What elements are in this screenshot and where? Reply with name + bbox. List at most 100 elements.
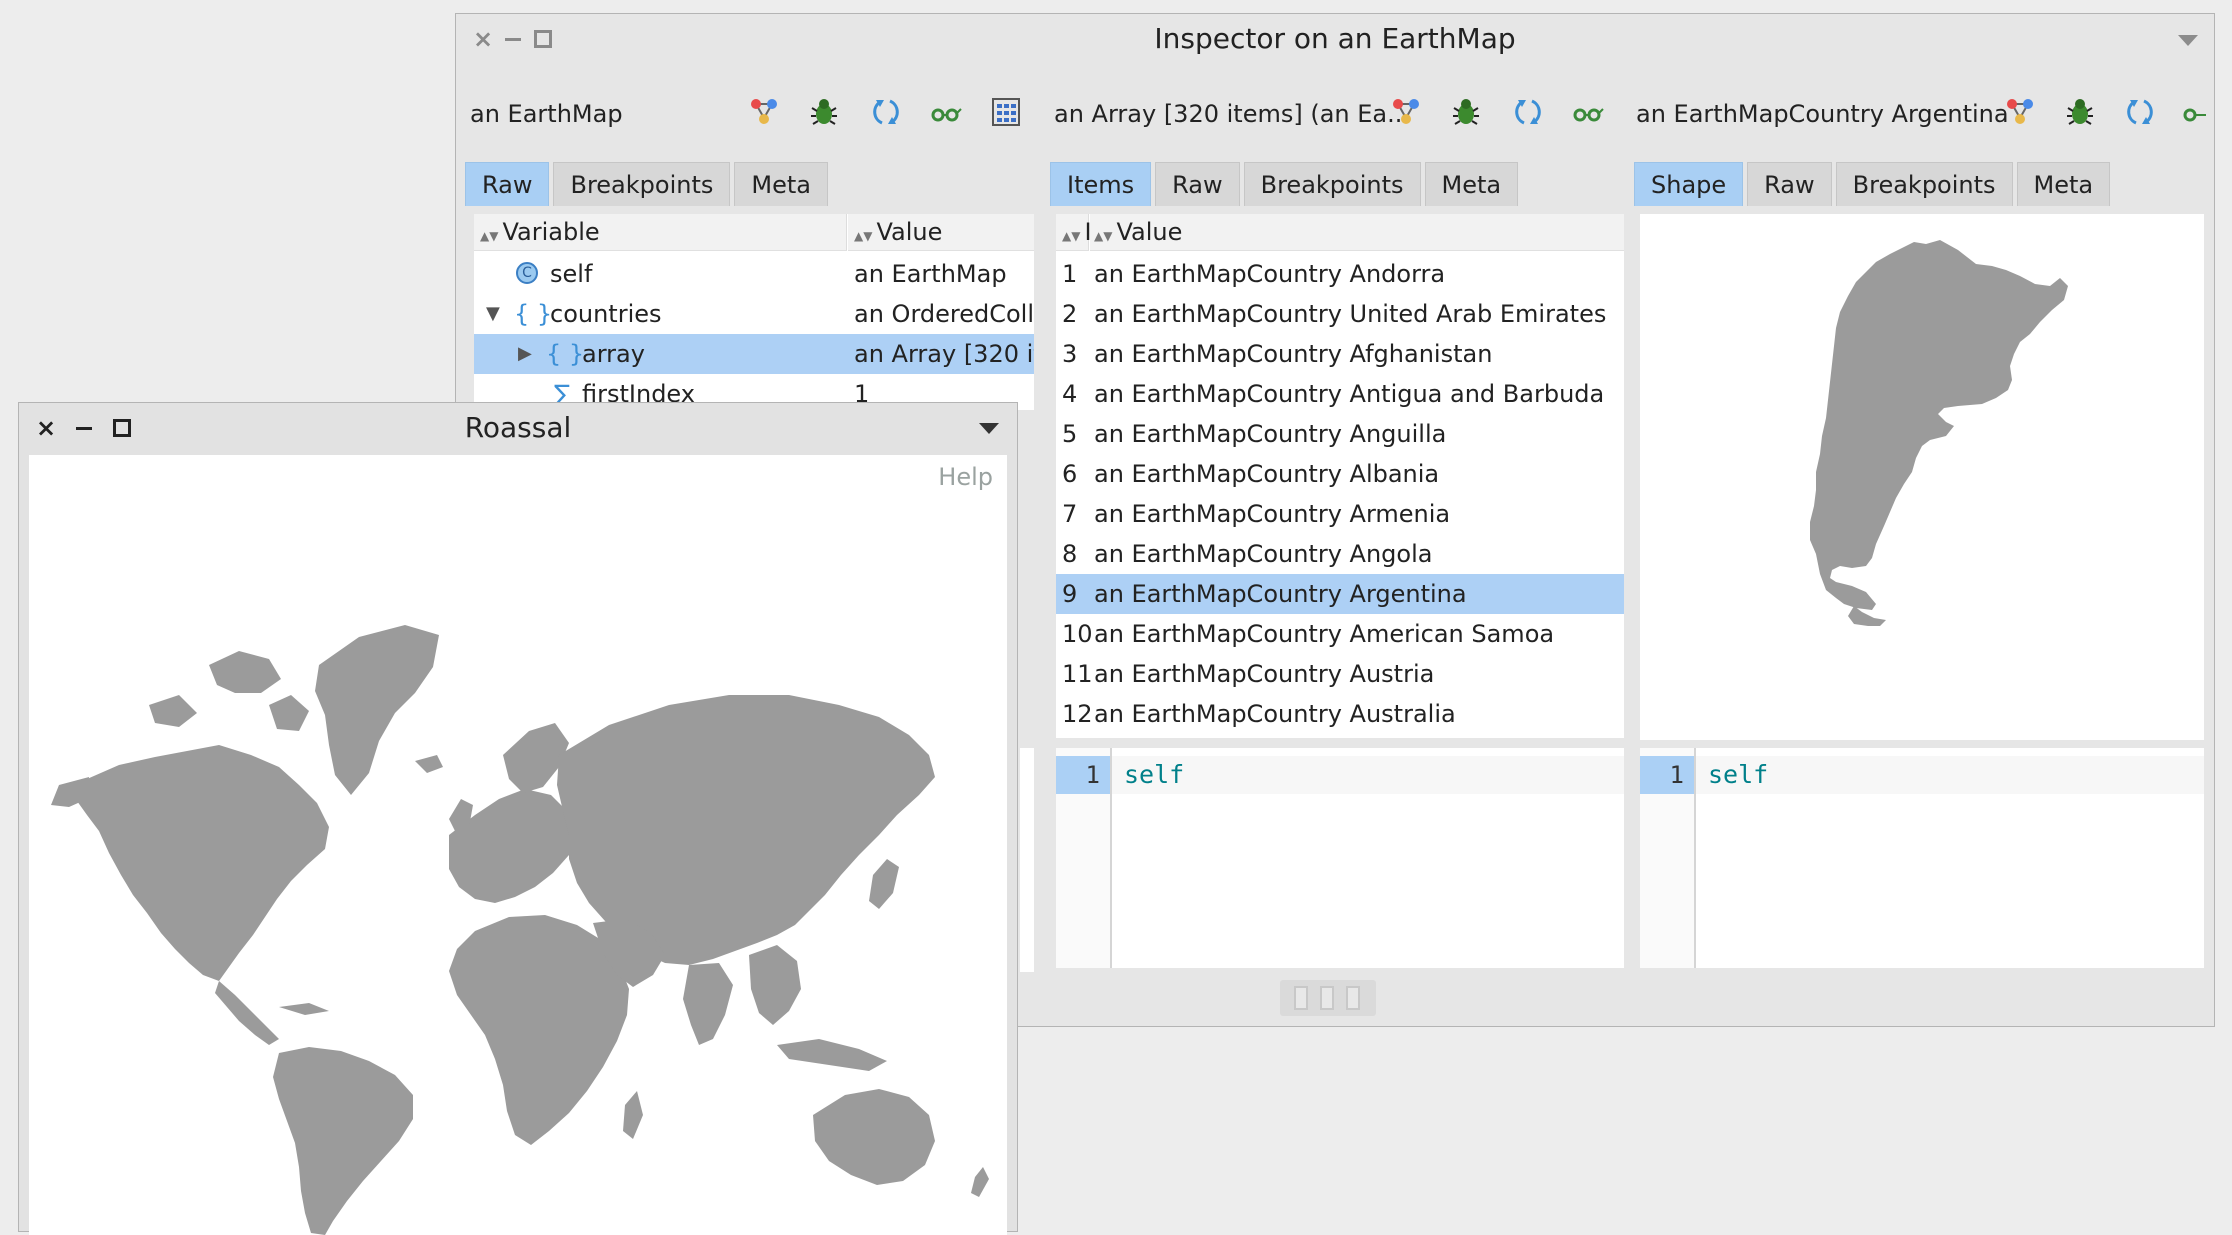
pane2-items-list[interactable]: ▲▼ I ▲▼ Value 1 an EarthMapCountry Andorra 2… xyxy=(1056,214,1624,738)
item-index: 8 xyxy=(1062,540,1078,568)
table-row[interactable]: ▶ { } array an Array [320 iter xyxy=(474,334,1034,374)
item-index: 2 xyxy=(1062,300,1078,328)
item-index: 11 xyxy=(1062,660,1093,688)
argentina-shape xyxy=(1810,240,2068,626)
column-header-value[interactable]: ▲▼ Value xyxy=(1090,214,1624,251)
window-menu-icon[interactable] xyxy=(979,423,999,434)
pane1-variable-table[interactable]: ▲▼ Variable ▲▼ Value C self an EarthMap ▼ … xyxy=(474,214,1034,410)
pane1-editor[interactable] xyxy=(1020,748,1034,972)
line-number: 1 xyxy=(1056,756,1110,794)
tab-raw[interactable]: Raw xyxy=(1155,162,1240,206)
glasses-icon[interactable] xyxy=(1572,96,1604,128)
item-value: an EarthMapCountry Austria xyxy=(1094,660,1435,688)
refresh-icon[interactable] xyxy=(2124,96,2156,128)
pane3-header: an EarthMapCountry Argentina xyxy=(1636,100,2009,128)
column-header-variable[interactable]: ▲▼ Variable xyxy=(474,214,847,251)
item-value: an EarthMapCountry Antigua and Barbuda xyxy=(1094,380,1605,408)
window-title: Inspector on an EarthMap xyxy=(1154,22,1516,55)
column-header-value[interactable]: ▲▼ Value xyxy=(848,214,1034,251)
paginator-page[interactable] xyxy=(1294,986,1308,1010)
item-value: an EarthMapCountry Angola xyxy=(1094,540,1433,568)
variable-value: an EarthMap xyxy=(854,260,1007,288)
tab-items[interactable]: Items xyxy=(1050,162,1152,206)
item-index: 4 xyxy=(1062,380,1078,408)
tab-breakpoints[interactable]: Breakpoints xyxy=(553,162,731,206)
code-text[interactable]: self xyxy=(1124,756,1184,794)
item-index: 12 xyxy=(1062,700,1093,728)
list-item[interactable]: 6 an EarthMapCountry Albania xyxy=(1056,454,1624,494)
item-value: an EarthMapCountry Anguilla xyxy=(1094,420,1447,448)
collection-icon: { } xyxy=(546,340,585,368)
debug-bug-icon[interactable] xyxy=(808,96,840,128)
tab-meta[interactable]: Meta xyxy=(2016,162,2111,206)
item-index: 7 xyxy=(1062,500,1078,528)
world-map xyxy=(51,625,989,1235)
list-item[interactable]: 2 an EarthMapCountry United Arab Emirates xyxy=(1056,294,1624,334)
item-value: an EarthMapCountry Argentina xyxy=(1094,580,1467,608)
tab-shape[interactable]: Shape xyxy=(1634,162,1744,206)
pane3-code-editor[interactable]: 1 self xyxy=(1640,748,2204,968)
pane-paginator[interactable] xyxy=(1280,980,1376,1016)
roassal-titlebar[interactable]: × Roassal xyxy=(19,403,1017,453)
item-value: an EarthMapCountry United Arab Emirates xyxy=(1094,300,1607,328)
code-text[interactable]: self xyxy=(1708,756,1768,794)
pane3-tabs: Shape Raw Breakpoints Meta xyxy=(1634,162,2111,206)
paginator-page[interactable] xyxy=(1320,986,1334,1010)
glasses-icon[interactable] xyxy=(2182,96,2206,128)
list-item[interactable]: 5 an EarthMapCountry Anguilla xyxy=(1056,414,1624,454)
item-index: 9 xyxy=(1062,580,1078,608)
tab-breakpoints[interactable]: Breakpoints xyxy=(1835,162,2013,206)
variable-name: array xyxy=(582,340,645,368)
debug-bug-icon[interactable] xyxy=(2064,96,2096,128)
object-graph-icon[interactable] xyxy=(748,96,780,128)
class-icon: C xyxy=(516,262,538,284)
column-header-index[interactable]: ▲▼ I xyxy=(1056,214,1092,251)
refresh-icon[interactable] xyxy=(1512,96,1544,128)
object-graph-icon[interactable] xyxy=(2004,96,2036,128)
table-icon[interactable] xyxy=(990,96,1022,128)
item-value: an EarthMapCountry Andorra xyxy=(1094,260,1446,288)
list-item[interactable]: 1 an EarthMapCountry Andorra xyxy=(1056,254,1624,294)
list-item[interactable]: 12 an EarthMapCountry Australia xyxy=(1056,694,1624,734)
country-shape-view[interactable] xyxy=(1640,214,2204,740)
variable-value: an Array [320 iter xyxy=(854,340,1034,368)
list-item[interactable]: 9 an EarthMapCountry Argentina xyxy=(1056,574,1624,614)
expand-triangle-icon[interactable]: ▼ xyxy=(486,294,500,334)
table-row[interactable]: C self an EarthMap xyxy=(474,254,1034,294)
pane2-tabs: Items Raw Breakpoints Meta xyxy=(1050,162,1519,206)
paginator-page[interactable] xyxy=(1346,986,1360,1010)
item-index: 6 xyxy=(1062,460,1078,488)
variable-name: countries xyxy=(550,300,662,328)
roassal-canvas[interactable]: Help xyxy=(29,455,1007,1235)
window-menu-icon[interactable] xyxy=(2178,35,2198,46)
item-value: an EarthMapCountry American Samoa xyxy=(1094,620,1555,648)
item-index: 10 xyxy=(1062,620,1093,648)
window-title: Roassal xyxy=(464,411,572,444)
line-number: 1 xyxy=(1640,756,1694,794)
tab-meta[interactable]: Meta xyxy=(1424,162,1519,206)
pane2-code-editor[interactable]: 1 self xyxy=(1056,748,1624,968)
item-value: an EarthMapCountry Albania xyxy=(1094,460,1440,488)
object-graph-icon[interactable] xyxy=(1390,96,1422,128)
debug-bug-icon[interactable] xyxy=(1450,96,1482,128)
pane1-header: an EarthMap xyxy=(470,100,623,128)
tab-breakpoints[interactable]: Breakpoints xyxy=(1243,162,1421,206)
tab-meta[interactable]: Meta xyxy=(734,162,828,206)
tab-raw[interactable]: Raw xyxy=(1747,162,1832,206)
tab-raw[interactable]: Raw xyxy=(465,162,550,206)
list-item[interactable]: 8 an EarthMapCountry Angola xyxy=(1056,534,1624,574)
list-item[interactable]: 11 an EarthMapCountry Austria xyxy=(1056,654,1624,694)
list-item[interactable]: 4 an EarthMapCountry Antigua and Barbuda xyxy=(1056,374,1624,414)
variable-value: an OrderedColle xyxy=(854,300,1034,328)
item-index: 5 xyxy=(1062,420,1078,448)
list-item[interactable]: 10 an EarthMapCountry American Samoa xyxy=(1056,614,1624,654)
item-index: 1 xyxy=(1062,260,1078,288)
table-row[interactable]: ▼ { } countries an OrderedColle xyxy=(474,294,1034,334)
expand-triangle-icon[interactable]: ▶ xyxy=(518,334,532,374)
list-item[interactable]: 7 an EarthMapCountry Armenia xyxy=(1056,494,1624,534)
refresh-icon[interactable] xyxy=(870,96,902,128)
collection-icon: { } xyxy=(514,300,553,328)
inspector-titlebar[interactable]: × Inspector on an EarthMap xyxy=(456,14,2214,64)
list-item[interactable]: 3 an EarthMapCountry Afghanistan xyxy=(1056,334,1624,374)
glasses-icon[interactable] xyxy=(930,96,962,128)
